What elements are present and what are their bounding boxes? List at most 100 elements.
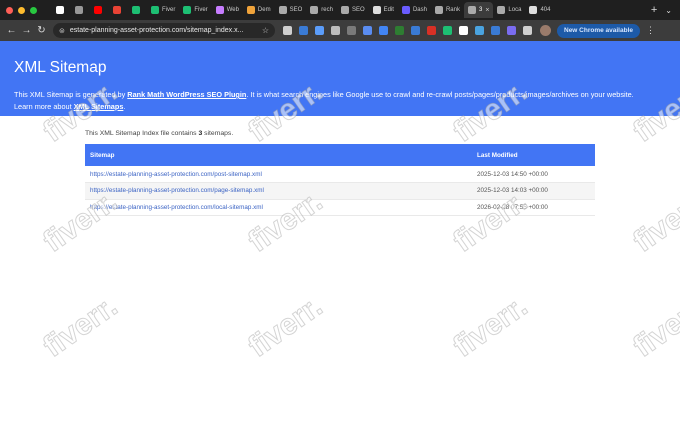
new-tab-button[interactable]: + — [643, 4, 665, 16]
description-text: This XML Sitemap is generated by — [14, 90, 128, 99]
globe-icon — [434, 6, 443, 14]
circle-icon — [75, 6, 83, 14]
column-header-last-modified: Last Modified — [477, 151, 518, 159]
sitemap-link[interactable]: https://estate-planning-asset-protection… — [90, 187, 264, 194]
browser-tab[interactable] — [71, 2, 90, 18]
watermark-text: fiverr. — [242, 289, 329, 364]
extension-icon[interactable] — [315, 26, 324, 35]
doc-icon — [246, 6, 255, 14]
tab-label: Dash — [412, 7, 427, 13]
maximize-window-button[interactable] — [30, 6, 37, 14]
forward-button[interactable]: → — [19, 25, 34, 36]
browser-tab[interactable]: Loca — [493, 2, 525, 18]
page-title: XML Sitemap — [14, 59, 107, 76]
browser-tab[interactable] — [109, 2, 128, 18]
reload-button[interactable]: ↻ — [34, 25, 49, 36]
tab-label: SEO — [351, 7, 365, 13]
extension-icon[interactable] — [379, 26, 388, 35]
browser-tab[interactable]: 404 — [525, 2, 554, 18]
description-text: . It is what search engines like Google … — [246, 90, 634, 99]
watermark-text: fiverr. — [627, 184, 680, 259]
youtube-icon — [94, 6, 102, 14]
tab-label: 3 — [478, 7, 483, 13]
browser-tab[interactable]: Dem — [243, 2, 275, 18]
browser-tab[interactable] — [90, 2, 109, 18]
extension-icon[interactable] — [331, 26, 340, 35]
github-icon — [56, 6, 64, 14]
new-chrome-available-button[interactable]: New Chrome available — [557, 23, 640, 38]
period-text: . — [123, 102, 126, 111]
extension-icon[interactable] — [427, 26, 436, 35]
bookmark-star-icon[interactable]: ☆ — [262, 26, 269, 35]
extension-icon[interactable] — [395, 26, 404, 35]
last-modified-cell: 2025-12-03 14:50 +00:00 — [477, 170, 548, 178]
tab-label: Rank — [445, 7, 460, 13]
fiverr-icon — [183, 6, 192, 14]
browser-tab[interactable] — [52, 2, 71, 18]
extension-icon[interactable] — [443, 26, 452, 35]
extension-icon[interactable] — [363, 26, 372, 35]
browser-tab[interactable]: Fiver — [179, 2, 211, 18]
watermark-text: fiverr. — [447, 289, 534, 364]
back-button[interactable]: ← — [4, 25, 19, 36]
xml-sitemaps-link[interactable]: XML Sitemaps — [74, 102, 124, 111]
url-text[interactable]: estate-planning-asset-protection.com/sit… — [70, 27, 244, 34]
edit-icon — [372, 6, 381, 14]
browser-tab[interactable]: 3 × — [463, 2, 494, 18]
last-modified-cell: 2025-12-03 14:03 +00:00 — [477, 187, 548, 195]
gmail-icon — [113, 6, 121, 14]
tab-label: rech — [321, 7, 333, 13]
extension-icon[interactable] — [475, 26, 484, 35]
header-description: This XML Sitemap is generated by Rank Ma… — [14, 89, 666, 113]
browser-tab[interactable]: Web — [212, 2, 243, 18]
browser-tab[interactable]: SEO — [337, 2, 369, 18]
browser-tab[interactable]: rech — [306, 2, 337, 18]
rank-math-link[interactable]: Rank Math WordPress SEO Plugin — [127, 90, 246, 99]
browser-tab[interactable]: Dash — [398, 2, 431, 18]
learn-more-text: Learn more about — [14, 102, 74, 111]
tab-search-button[interactable]: ⌄ — [665, 6, 680, 15]
table-row: https://estate-planning-asset-protection… — [85, 199, 595, 216]
extension-icon[interactable] — [523, 26, 532, 35]
sitemap-link[interactable]: https://estate-planning-asset-protection… — [90, 204, 263, 211]
extension-icon[interactable] — [491, 26, 500, 35]
extension-icon[interactable] — [299, 26, 308, 35]
tab-label: Edit — [383, 7, 394, 13]
tab-label: Fiver — [194, 7, 208, 13]
extension-icon[interactable] — [347, 26, 356, 35]
profile-avatar[interactable] — [540, 25, 551, 36]
globe-icon — [497, 6, 506, 14]
globe-icon — [529, 6, 538, 14]
tab-label: Web — [226, 7, 239, 13]
fiverr-icon — [151, 6, 159, 14]
table-header-row: Sitemap Last Modified — [85, 144, 595, 166]
browser-tab[interactable] — [128, 2, 147, 18]
site-info-icon[interactable]: ⊜ — [59, 27, 65, 35]
address-bar[interactable]: ⊜ estate-planning-asset-protection.com/s… — [53, 23, 275, 38]
globe-icon — [310, 6, 319, 14]
heart-icon — [215, 6, 224, 14]
extensions-bar — [283, 26, 532, 35]
sitemap-link[interactable]: https://estate-planning-asset-protection… — [90, 171, 262, 178]
globe-icon — [340, 6, 349, 14]
browser-menu-icon[interactable]: ⋮ — [646, 25, 655, 36]
close-tab-icon[interactable]: × — [485, 7, 489, 14]
globe-icon — [467, 6, 476, 14]
extension-icon[interactable] — [459, 26, 468, 35]
sitemap-cell: https://estate-planning-asset-protection… — [85, 199, 472, 216]
browser-tab[interactable]: Rank — [431, 2, 464, 18]
tab-label: SEO — [289, 7, 303, 13]
browser-tab[interactable]: Edit — [369, 2, 398, 18]
minimize-window-button[interactable] — [18, 6, 25, 14]
browser-tab[interactable]: SEO — [275, 2, 307, 18]
globe-icon — [278, 6, 287, 14]
extension-icon[interactable] — [507, 26, 516, 35]
watermark-text: fiverr. — [627, 289, 680, 364]
window-controls — [0, 6, 52, 14]
browser-tab[interactable]: Fiver — [147, 2, 179, 18]
sitemap-header: XML Sitemap This XML Sitemap is generate… — [0, 41, 680, 116]
sitemap-content: This XML Sitemap Index file contains 3 s… — [85, 128, 595, 216]
extension-icon[interactable] — [411, 26, 420, 35]
extension-icon[interactable] — [283, 26, 292, 35]
close-window-button[interactable] — [6, 6, 13, 14]
